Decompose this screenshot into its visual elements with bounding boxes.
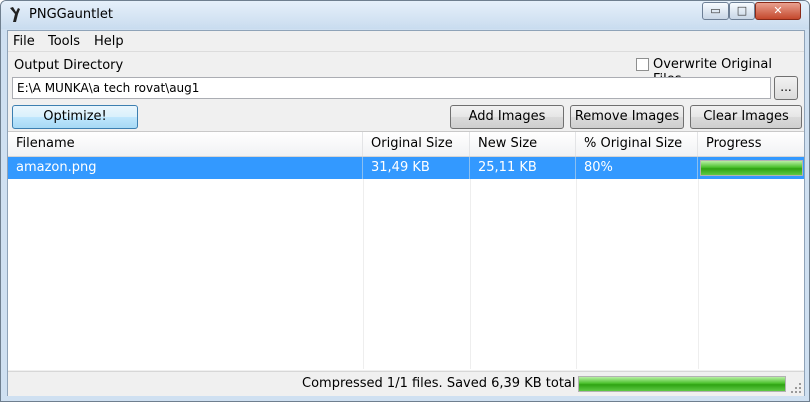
list-header: Filename Original Size New Size % Origin… bbox=[8, 132, 804, 157]
status-bar: Compressed 1/1 files. Saved 6,39 KB tota… bbox=[8, 371, 804, 396]
column-divider bbox=[576, 179, 577, 369]
menu-file[interactable]: File bbox=[13, 34, 35, 49]
menu-help[interactable]: Help bbox=[94, 34, 124, 49]
window-title: PNGGauntlet bbox=[29, 7, 113, 22]
column-percent-original[interactable]: % Original Size bbox=[576, 132, 698, 156]
app-icon bbox=[10, 7, 20, 22]
overall-progress-bar bbox=[578, 376, 786, 392]
cell-original-size: 31,49 KB bbox=[363, 157, 470, 179]
clear-images-button[interactable]: Clear Images bbox=[690, 105, 802, 129]
column-filename[interactable]: Filename bbox=[8, 132, 363, 156]
file-list[interactable]: Filename Original Size New Size % Origin… bbox=[8, 131, 804, 370]
overwrite-checkbox[interactable] bbox=[636, 58, 649, 71]
menu-tools[interactable]: Tools bbox=[48, 34, 80, 49]
column-divider bbox=[470, 179, 471, 369]
menu-bar: File Tools Help bbox=[8, 31, 804, 52]
row-progress-fill bbox=[701, 161, 802, 175]
maximize-icon: □ bbox=[736, 4, 748, 17]
column-new-size[interactable]: New Size bbox=[470, 132, 576, 156]
minimize-button[interactable]: ▭ bbox=[702, 2, 729, 20]
output-directory-label: Output Directory bbox=[14, 58, 124, 73]
close-icon: ✕ bbox=[773, 4, 783, 17]
size-grip-icon[interactable] bbox=[790, 382, 802, 394]
add-images-button[interactable]: Add Images bbox=[450, 105, 564, 129]
cell-percent: 80% bbox=[576, 157, 698, 179]
column-original-size[interactable]: Original Size bbox=[363, 132, 470, 156]
browse-button[interactable]: ... bbox=[774, 76, 798, 100]
column-progress[interactable]: Progress bbox=[698, 132, 804, 156]
close-button[interactable]: ✕ bbox=[755, 2, 801, 20]
overall-progress-fill bbox=[579, 377, 785, 391]
column-divider bbox=[698, 179, 699, 369]
table-row[interactable]: amazon.png 31,49 KB 25,11 KB 80% bbox=[8, 157, 804, 179]
optimize-button[interactable]: Optimize! bbox=[12, 105, 138, 129]
app-window: PNGGauntlet ▭ □ ✕ File Tools Help Output… bbox=[0, 0, 810, 402]
row-progress-bar bbox=[700, 160, 803, 176]
cell-progress bbox=[698, 157, 804, 179]
client-area: File Tools Help Output Directory Overwri… bbox=[7, 30, 805, 396]
cell-new-size: 25,11 KB bbox=[470, 157, 576, 179]
output-directory-input[interactable] bbox=[12, 77, 771, 99]
column-divider bbox=[363, 179, 364, 369]
minimize-icon: ▭ bbox=[710, 4, 721, 17]
title-bar[interactable]: PNGGauntlet ▭ □ ✕ bbox=[1, 1, 809, 29]
maximize-button[interactable]: □ bbox=[729, 2, 755, 20]
remove-images-button[interactable]: Remove Images bbox=[570, 105, 684, 129]
cell-filename: amazon.png bbox=[8, 157, 363, 179]
